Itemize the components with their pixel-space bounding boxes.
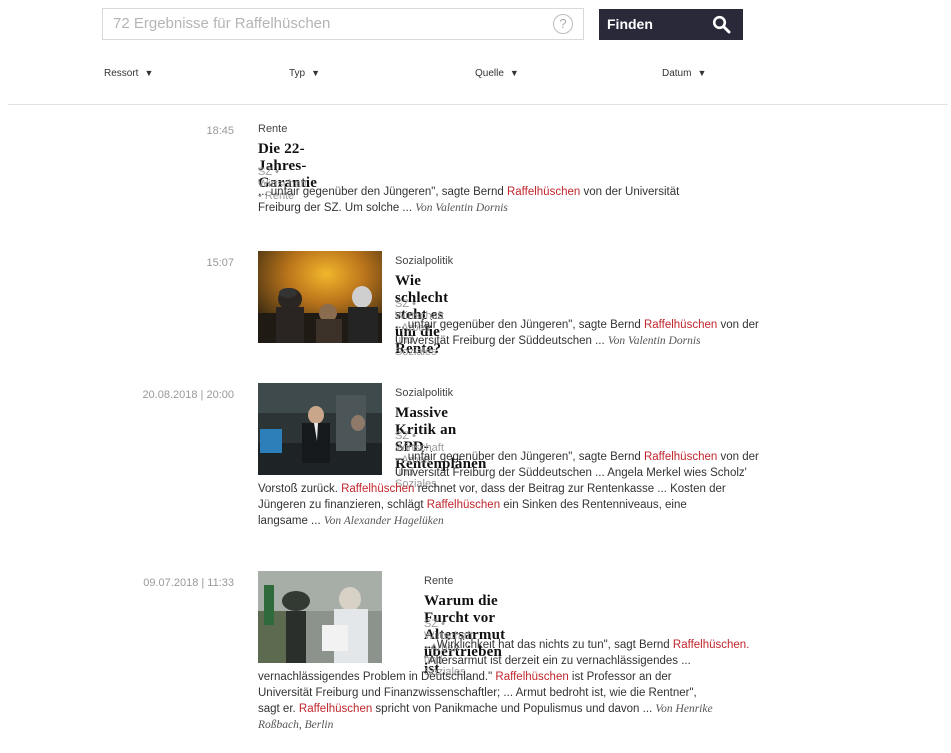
result-author: Von Henrike <box>655 703 713 715</box>
result-time: 09.07.2018 | 11:33 <box>143 577 234 589</box>
result-snippet: ... Wirklichkeit hat das nichts zu tun",… <box>424 639 750 667</box>
highlight-term: Raffelhüschen <box>643 319 718 331</box>
result-author-continued: Roßbach, Berlin <box>258 719 334 731</box>
result-thumbnail[interactable] <box>258 251 382 343</box>
result-author: Von Valentin Dornis <box>415 202 508 214</box>
result-time: 15:07 <box>206 257 234 269</box>
help-icon[interactable]: ? <box>553 14 573 34</box>
caret-down-icon: ▼ <box>509 68 519 78</box>
highlight-term: Raffelhüschen <box>298 703 373 715</box>
result-author: Von Alexander Hagelüken <box>323 515 444 527</box>
highlight-term: Raffelhüschen. <box>672 639 750 651</box>
filter-label: Typ <box>289 68 306 79</box>
result-snippet-continued: vernachlässigendes Problem in Deutschlan… <box>258 671 713 731</box>
result-category[interactable]: Rente <box>258 123 287 135</box>
filter-typ[interactable]: Typ ▼ <box>289 68 320 79</box>
highlight-term: Raffelhüschen <box>506 186 581 198</box>
filter-bar: Ressort ▼ Typ ▼ Quelle ▼ Datum ▼ <box>0 68 951 82</box>
result-thumbnail[interactable] <box>258 571 382 663</box>
highlight-term: Raffelhüschen <box>341 483 415 495</box>
highlight-term: Raffelhüschen <box>426 499 501 511</box>
caret-down-icon: ▼ <box>311 68 321 78</box>
result-thumbnail[interactable] <box>258 383 382 475</box>
result-snippet: ... unfair gegenüber den Jüngeren", sagt… <box>395 319 759 347</box>
result-author: Von Valentin Dornis <box>607 335 701 347</box>
filter-ressort[interactable]: Ressort ▼ <box>104 68 153 79</box>
filter-quelle[interactable]: Quelle ▼ <box>475 68 519 79</box>
highlight-term: Raffelhüschen <box>495 671 569 683</box>
search-icon <box>712 15 731 34</box>
result-category[interactable]: Sozialpolitik <box>395 255 453 267</box>
result-snippet-continued: Vorstoß zurück. Raffelhüschen rechnet vo… <box>258 483 726 527</box>
result-time: 18:45 <box>206 125 234 137</box>
result-category[interactable]: Sozialpolitik <box>395 387 453 399</box>
filter-label: Datum <box>662 68 692 79</box>
filter-label: Quelle <box>475 68 504 79</box>
highlight-term: Raffelhüschen <box>643 451 718 463</box>
result-snippet: ... unfair gegenüber den Jüngeren", sagt… <box>395 451 759 479</box>
result-snippet: ... unfair gegenüber den Jüngeren", sagt… <box>258 186 680 214</box>
find-button-label: Finden <box>607 16 653 32</box>
search-input[interactable]: 72 Ergebnisse für Raffelhüschen <box>102 8 584 40</box>
filter-datum[interactable]: Datum ▼ <box>662 68 706 79</box>
caret-down-icon: ▼ <box>144 68 154 78</box>
result-time: 20.08.2018 | 20:00 <box>142 389 234 401</box>
filter-label: Ressort <box>104 68 139 79</box>
caret-down-icon: ▼ <box>697 68 707 78</box>
divider <box>8 104 948 105</box>
result-category[interactable]: Rente <box>424 575 453 587</box>
find-button[interactable]: Finden <box>599 9 743 40</box>
